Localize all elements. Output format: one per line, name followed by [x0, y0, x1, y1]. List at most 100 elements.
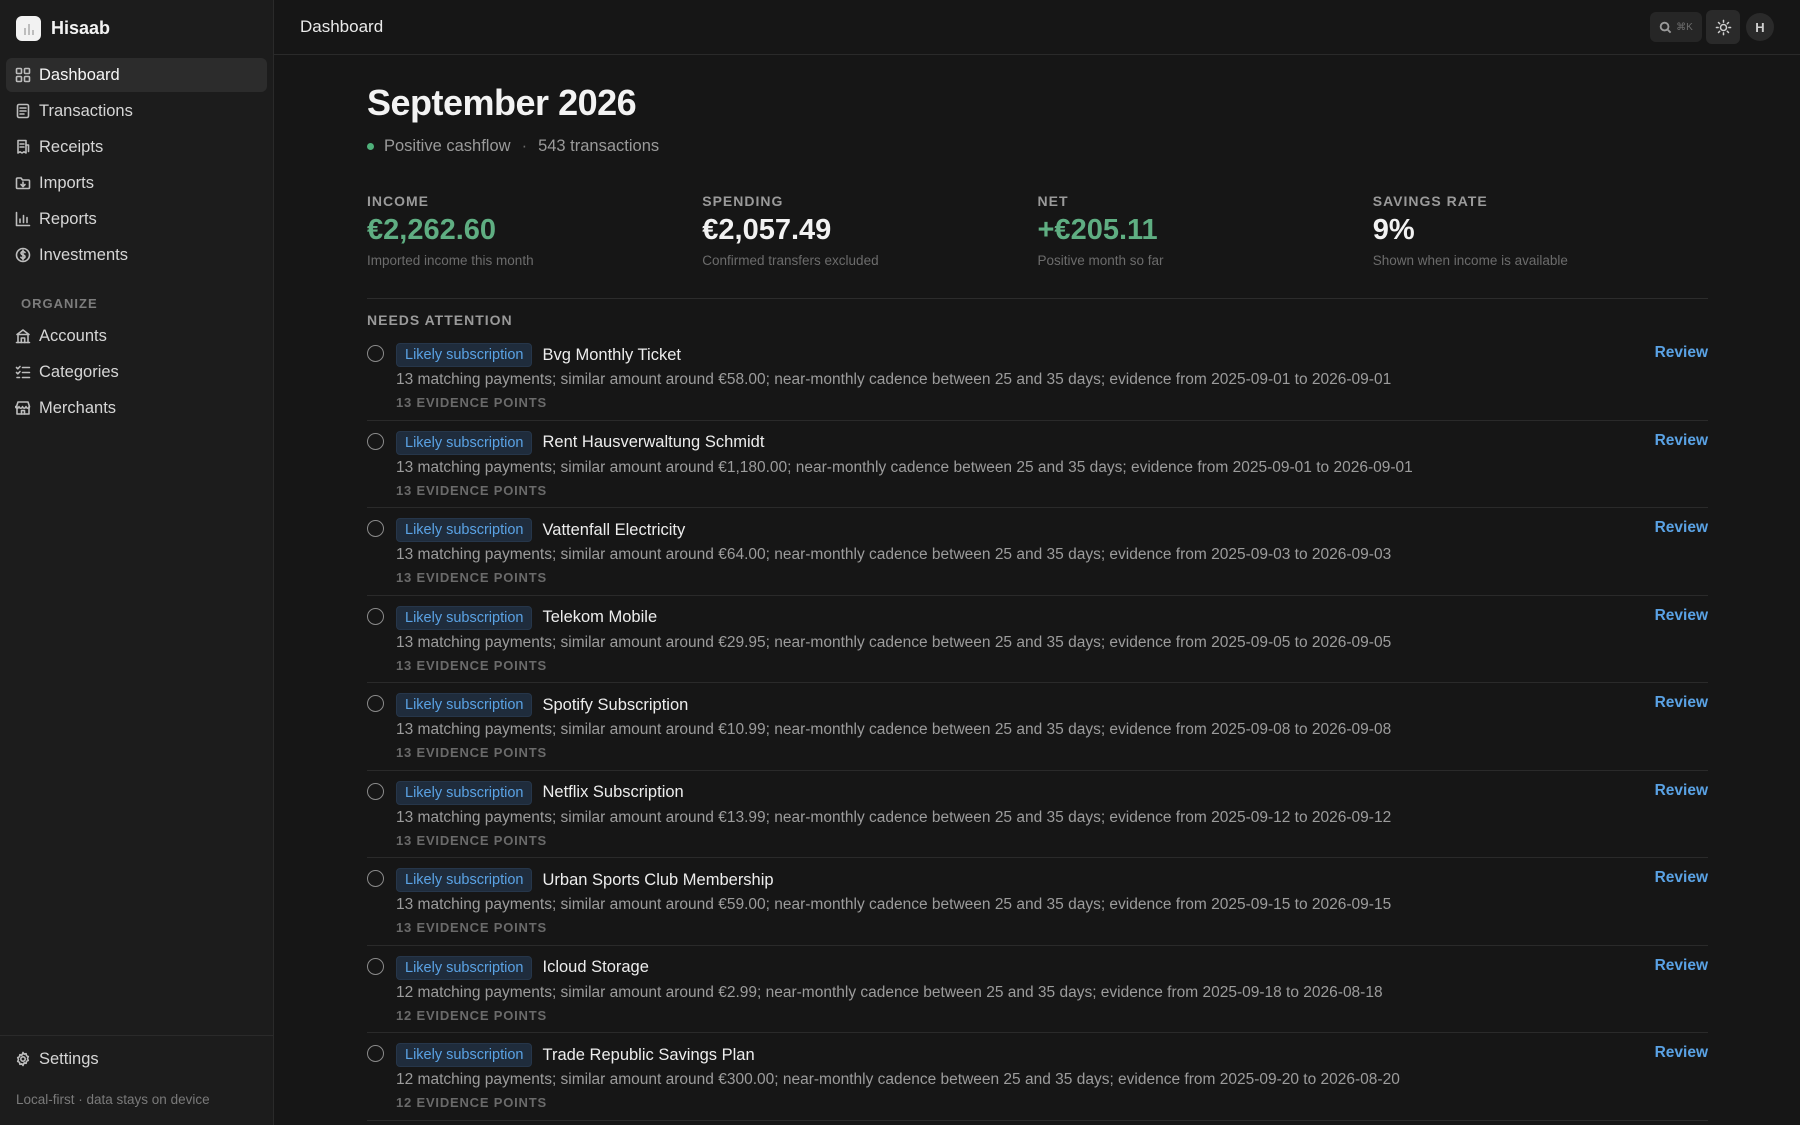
list-item: Likely subscription Telekom Mobile 13 matc… [367, 596, 1708, 683]
select-radio[interactable] [367, 607, 384, 625]
list-item-title: Trade Republic Savings Plan [542, 1045, 755, 1064]
select-radio[interactable] [367, 432, 384, 450]
evidence-count: 13 EVIDENCE POINTS [396, 395, 547, 410]
list-item-title: Vattenfall Electricity [542, 520, 686, 539]
brand[interactable]: Hisaab [0, 0, 273, 56]
review-link[interactable]: Review [1655, 607, 1708, 625]
review-link[interactable]: Review [1655, 432, 1708, 450]
subscription-badge: Likely subscription [396, 955, 533, 980]
subscription-badge: Likely subscription [396, 343, 533, 367]
subscription-badge: Likely subscription [396, 780, 533, 805]
select-radio[interactable] [367, 520, 384, 537]
stat-note: Imported income this month [367, 253, 534, 268]
theme-toggle-button[interactable] [1706, 10, 1740, 44]
stat-value: 9% [1372, 214, 1415, 246]
sidebar-footer: Settings Local-first · data stays on dev… [0, 1035, 273, 1125]
list-item-title: Urban Sports Club Membership [542, 870, 774, 889]
app-name: Hisaab [51, 17, 111, 38]
stat-note: Shown when income is available [1372, 253, 1568, 268]
list-item-description: 13 matching payments; similar amount aro… [396, 721, 1392, 738]
subscription-badge: Likely subscription [396, 693, 533, 717]
topbar-title: Dashboard [300, 17, 384, 36]
sidebar-item-accounts[interactable]: Accounts [6, 319, 267, 353]
organize-section-label: ORGANIZE [21, 296, 98, 311]
list-item-description: 13 matching payments; similar amount aro… [396, 633, 1392, 651]
list-item-body: Likely subscription Urban Sports Club Mem… [396, 868, 1655, 935]
sidebar-item-merchants[interactable]: Merchants [6, 391, 267, 425]
list-item-description: 13 matching payments; similar amount aro… [396, 458, 1413, 476]
stat-value: €2,262.60 [367, 214, 497, 246]
sidebar-nav: Dashboard Transactions Receipts Imports … [0, 56, 273, 429]
gear-icon [15, 1051, 31, 1067]
list-item-body: Likely subscription Icloud Storage 12 matc… [396, 955, 1655, 1023]
stat-note: Confirmed transfers excluded [702, 253, 879, 268]
dashboard-content: September 2026 Positive cashflow · 543 t… [274, 55, 1800, 1121]
select-radio[interactable] [367, 1045, 384, 1062]
sidebar-item-receipts[interactable]: Receipts [6, 130, 267, 164]
select-radio[interactable] [367, 345, 384, 362]
stat-label: INCOME [367, 193, 429, 209]
sidebar-item-imports[interactable]: Imports [6, 166, 267, 200]
select-radio[interactable] [367, 695, 384, 712]
user-avatar[interactable]: H [1746, 13, 1774, 41]
select-radio[interactable] [367, 870, 384, 887]
review-link[interactable]: Review [1655, 694, 1708, 712]
sidebar-item-label: Categories [39, 362, 119, 381]
attention-list: Likely subscription Bvg Monthly Ticket 13 … [367, 333, 1708, 1121]
list-item-head: Likely subscription Trade Republic Saving… [396, 1043, 1655, 1067]
sidebar-item-dashboard[interactable]: Dashboard [6, 58, 267, 92]
list-item: Likely subscription Icloud Storage 12 matc… [367, 946, 1708, 1033]
review-link[interactable]: Review [1655, 782, 1708, 800]
sidebar-item-settings[interactable]: Settings [6, 1042, 267, 1076]
evidence-count: 12 EVIDENCE POINTS [396, 1095, 547, 1110]
list-item: Likely subscription Rent Hausverwaltung S… [367, 421, 1708, 508]
review-link[interactable]: Review [1655, 869, 1708, 887]
sidebar-item-label: Merchants [39, 398, 117, 417]
sidebar-item-label: Imports [39, 173, 95, 192]
needs-attention-label: NEEDS ATTENTION [367, 312, 513, 328]
transactions-count: 543 transactions [538, 137, 660, 155]
list-item-body: Likely subscription Bvg Monthly Ticket 13 … [396, 343, 1655, 410]
sidebar-item-transactions[interactable]: Transactions [6, 94, 267, 128]
list-item: Likely subscription Bvg Monthly Ticket 13 … [367, 333, 1708, 421]
stat-spending: SPENDING €2,057.49 Confirmed transfers e… [702, 193, 1037, 268]
topbar-actions: ⌘K H [1650, 10, 1774, 44]
review-link[interactable]: Review [1655, 519, 1708, 537]
stat-savings-rate: SAVINGS RATE 9% Shown when income is ava… [1373, 193, 1708, 268]
page-subline: Positive cashflow · 543 transactions [367, 137, 1708, 156]
list-item-title: Netflix Subscription [542, 783, 684, 801]
reports-icon [15, 211, 31, 227]
stat-income: INCOME €2,262.60 Imported income this mo… [367, 193, 702, 268]
select-radio[interactable] [367, 782, 384, 800]
transactions-icon [15, 103, 31, 119]
accounts-icon [15, 328, 31, 344]
list-item: Likely subscription Netflix Subscription 1… [367, 771, 1708, 858]
list-item: Likely subscription Vattenfall Electricit… [367, 508, 1708, 596]
stat-value: €2,057.49 [702, 214, 832, 246]
separator: · [521, 137, 528, 155]
list-item-title: Spotify Subscription [542, 695, 689, 714]
sidebar-item-label: Reports [39, 209, 97, 228]
sidebar-item-label: Settings [39, 1049, 99, 1068]
list-item-body: Likely subscription Vattenfall Electricit… [396, 518, 1655, 585]
list-item-title: Icloud Storage [542, 958, 649, 976]
list-item-description: 13 matching payments; similar amount aro… [396, 808, 1392, 826]
review-link[interactable]: Review [1655, 1044, 1708, 1062]
subscription-badge: Likely subscription [396, 430, 533, 455]
review-link[interactable]: Review [1655, 957, 1708, 975]
select-radio[interactable] [367, 957, 384, 975]
receipts-icon [15, 139, 31, 155]
list-item-head: Likely subscription Icloud Storage [396, 955, 1655, 980]
sidebar-item-label: Accounts [39, 326, 107, 345]
list-item-title: Rent Hausverwaltung Schmidt [542, 433, 765, 451]
list-item-head: Likely subscription Netflix Subscription [396, 780, 1655, 805]
evidence-count: 13 EVIDENCE POINTS [396, 920, 547, 935]
list-item-title: Bvg Monthly Ticket [542, 345, 681, 364]
list-item-title: Telekom Mobile [542, 608, 658, 626]
search-button[interactable]: ⌘K [1650, 12, 1702, 42]
sidebar-item-categories[interactable]: Categories [6, 355, 267, 389]
review-link[interactable]: Review [1655, 344, 1708, 362]
stat-net: NET +€205.11 Positive month so far [1038, 193, 1373, 268]
sidebar-item-investments[interactable]: Investments [6, 238, 267, 272]
sidebar-item-reports[interactable]: Reports [6, 202, 267, 236]
